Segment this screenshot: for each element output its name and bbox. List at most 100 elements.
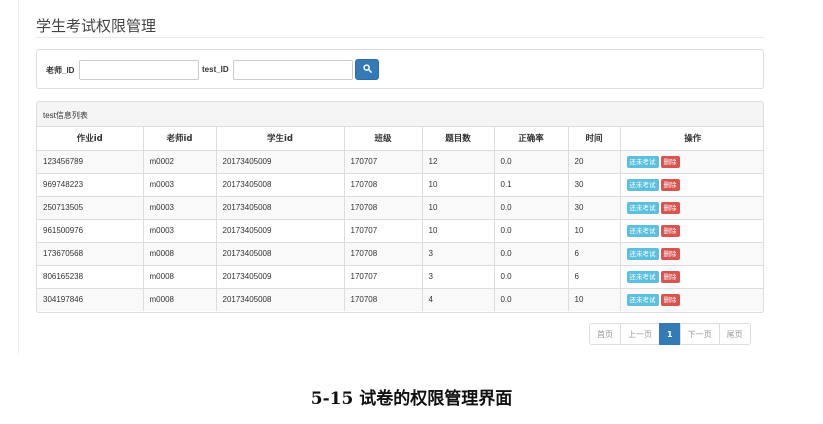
accuracy-cell: 0.0 bbox=[494, 195, 569, 219]
class-cell: 170707 bbox=[344, 149, 423, 173]
accuracy-cell: 0.0 bbox=[494, 287, 569, 311]
accuracy-cell: 0.0 bbox=[494, 241, 569, 265]
accuracy-cell: 0.0 bbox=[494, 218, 569, 242]
table-header-row: 作业id 老师id 学生id 班级 题目数 正确率 时间 操作 bbox=[37, 127, 763, 151]
test-id-input[interactable] bbox=[233, 60, 353, 80]
student-id-cell: 20173405009 bbox=[216, 264, 345, 288]
student-id-cell: 20173405008 bbox=[216, 241, 345, 265]
table-row: 173670568 m0008 20173405008 170708 3 0.0 6 还未考试… bbox=[37, 241, 763, 265]
title-divider bbox=[36, 37, 764, 38]
test-id-label: test_ID bbox=[202, 65, 229, 74]
test-list-panel: test信息列表 作业id 老师id 学生id 班级 题目数 正确率 时间 操作… bbox=[36, 101, 764, 313]
column-header: 题目数 bbox=[422, 127, 495, 151]
column-header: 操作 bbox=[620, 127, 763, 151]
student-id-cell: 20173405008 bbox=[216, 172, 345, 196]
question-count-cell: 10 bbox=[422, 218, 495, 242]
not-yet-tested-button[interactable]: 还未考试 bbox=[626, 178, 659, 191]
page-title: 学生考试权限管理 bbox=[36, 17, 157, 35]
teacher-id-cell: m0003 bbox=[143, 172, 217, 196]
teacher-id-label: 老师_ID bbox=[46, 66, 75, 75]
not-yet-tested-button[interactable]: 还未考试 bbox=[626, 247, 659, 260]
homework-id-cell: 304197846 bbox=[37, 287, 144, 311]
accuracy-cell: 0.1 bbox=[494, 172, 569, 196]
class-cell: 170708 bbox=[344, 287, 423, 311]
class-cell: 170707 bbox=[344, 264, 423, 288]
table-row: 969748223 m0003 20173405008 170708 10 0.1 30 还未… bbox=[37, 172, 763, 196]
page-first-button[interactable]: 首页 bbox=[589, 323, 621, 345]
table-row: 961500976 m0003 20173405009 170707 10 0.0 10 还未… bbox=[37, 218, 763, 242]
page-next-button[interactable]: 下一页 bbox=[679, 323, 720, 345]
not-yet-tested-button[interactable]: 还未考试 bbox=[626, 155, 659, 168]
page-prev-button[interactable]: 上一页 bbox=[620, 323, 660, 345]
student-id-cell: 20173405009 bbox=[216, 149, 345, 173]
column-header: 班级 bbox=[344, 127, 423, 151]
question-count-cell: 3 bbox=[422, 264, 495, 288]
teacher-id-cell: m0008 bbox=[143, 264, 217, 288]
delete-button[interactable]: 删除 bbox=[660, 270, 680, 283]
question-count-cell: 10 bbox=[422, 195, 495, 219]
table-row: 123456789 m0002 20173405009 170707 12 0.0 20 还未… bbox=[37, 149, 763, 173]
student-id-cell: 20173405008 bbox=[216, 195, 345, 219]
figure-caption: 5-15 试卷的权限管理界面 bbox=[310, 389, 513, 409]
action-cell: 还未考试 删除 bbox=[620, 195, 763, 219]
accuracy-cell: 0.0 bbox=[494, 149, 569, 173]
question-count-cell: 3 bbox=[422, 241, 495, 265]
class-cell: 170708 bbox=[344, 172, 423, 196]
column-header: 正确率 bbox=[494, 127, 569, 151]
class-cell: 170708 bbox=[344, 195, 423, 219]
time-cell: 20 bbox=[568, 149, 621, 173]
column-header: 时间 bbox=[568, 127, 621, 151]
homework-id-cell: 173670568 bbox=[37, 241, 144, 265]
teacher-id-cell: m0008 bbox=[143, 241, 217, 265]
pagination: 首页 上一页 1 下一页 尾页 bbox=[589, 323, 751, 345]
question-count-cell: 10 bbox=[422, 172, 495, 196]
action-cell: 还未考试 删除 bbox=[620, 149, 763, 173]
table-row: 304197846 m0008 20173405008 170708 4 0.0 10 还未考… bbox=[37, 287, 763, 311]
delete-button[interactable]: 删除 bbox=[660, 178, 680, 191]
homework-id-cell: 250713505 bbox=[37, 195, 144, 219]
table-row: 250713505 m0003 20173405008 170708 10 0.0 30 还未… bbox=[37, 195, 763, 219]
delete-button[interactable]: 删除 bbox=[660, 247, 680, 260]
action-cell: 还未考试 删除 bbox=[620, 241, 763, 265]
search-panel: 老师_ID test_ID bbox=[36, 49, 764, 89]
column-header: 老师id bbox=[143, 127, 217, 151]
search-icon bbox=[362, 64, 372, 75]
class-cell: 170707 bbox=[344, 218, 423, 242]
action-cell: 还未考试 删除 bbox=[620, 287, 763, 311]
teacher-id-cell: m0008 bbox=[143, 287, 217, 311]
teacher-id-cell: m0003 bbox=[143, 195, 217, 219]
page-last-button[interactable]: 尾页 bbox=[718, 323, 751, 345]
delete-button[interactable]: 删除 bbox=[660, 293, 680, 306]
test-table: 作业id 老师id 学生id 班级 题目数 正确率 时间 操作 12345678… bbox=[37, 127, 763, 311]
time-cell: 10 bbox=[568, 218, 621, 242]
time-cell: 30 bbox=[568, 172, 621, 196]
action-cell: 还未考试 删除 bbox=[620, 218, 763, 242]
not-yet-tested-button[interactable]: 还未考试 bbox=[626, 293, 659, 306]
list-heading: test信息列表 bbox=[37, 102, 763, 127]
action-cell: 还未考试 删除 bbox=[620, 264, 763, 288]
time-cell: 6 bbox=[568, 264, 621, 288]
action-cell: 还未考试 删除 bbox=[620, 172, 763, 196]
student-id-cell: 20173405008 bbox=[216, 287, 345, 311]
delete-button[interactable]: 删除 bbox=[660, 155, 680, 168]
teacher-id-cell: m0002 bbox=[143, 149, 217, 173]
question-count-cell: 4 bbox=[422, 287, 495, 311]
delete-button[interactable]: 删除 bbox=[660, 224, 680, 237]
table-row: 806165238 m0008 20173405009 170707 3 0.0 6 还未考试… bbox=[37, 264, 763, 288]
class-cell: 170708 bbox=[344, 241, 423, 265]
time-cell: 10 bbox=[568, 287, 621, 311]
time-cell: 30 bbox=[568, 195, 621, 219]
student-id-cell: 20173405009 bbox=[216, 218, 345, 242]
homework-id-cell: 961500976 bbox=[37, 218, 144, 242]
delete-button[interactable]: 删除 bbox=[660, 201, 680, 214]
search-button[interactable] bbox=[355, 59, 379, 80]
not-yet-tested-button[interactable]: 还未考试 bbox=[626, 201, 659, 214]
page-current-button[interactable]: 1 bbox=[659, 323, 681, 345]
column-header: 作业id bbox=[37, 127, 144, 151]
homework-id-cell: 806165238 bbox=[37, 264, 144, 288]
not-yet-tested-button[interactable]: 还未考试 bbox=[626, 270, 659, 283]
not-yet-tested-button[interactable]: 还未考试 bbox=[626, 224, 659, 237]
teacher-id-input[interactable] bbox=[79, 60, 199, 80]
homework-id-cell: 123456789 bbox=[37, 149, 144, 173]
teacher-id-cell: m0003 bbox=[143, 218, 217, 242]
